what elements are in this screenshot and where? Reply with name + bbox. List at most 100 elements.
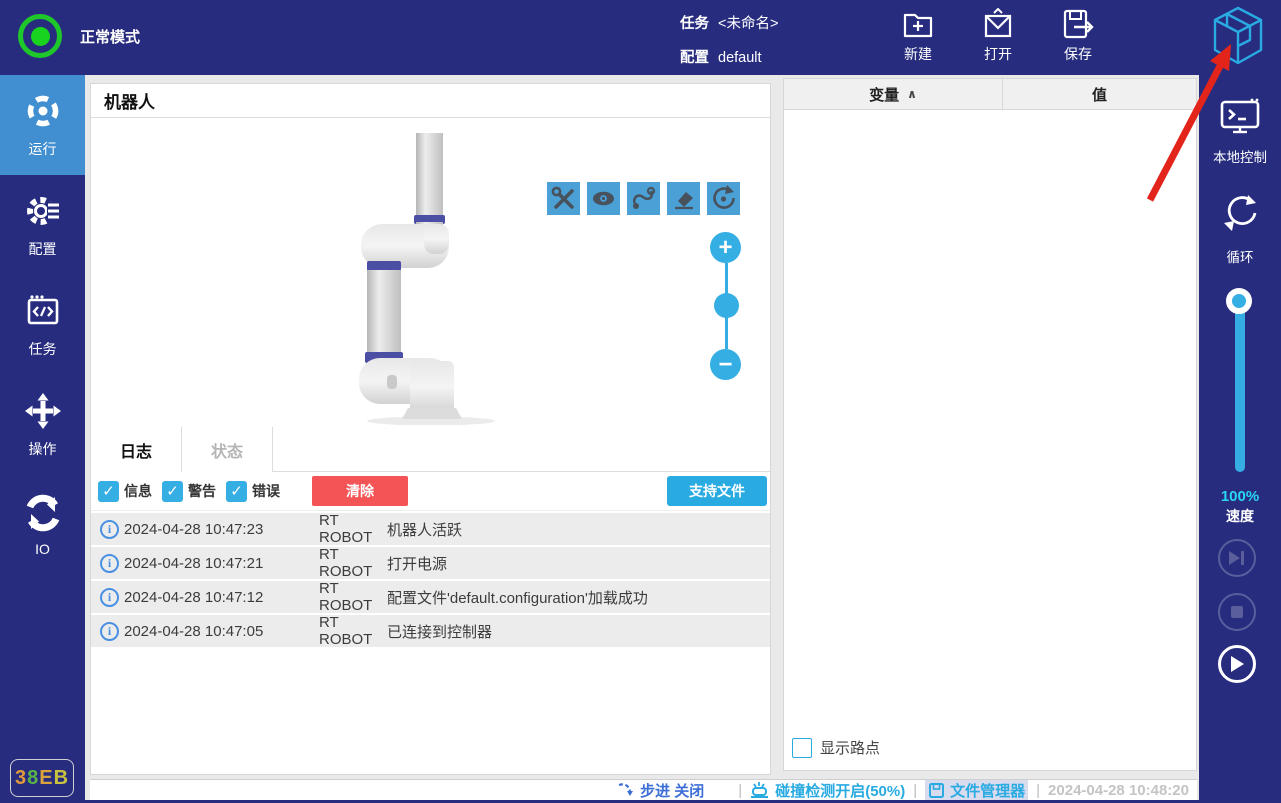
top-bar: 正常模式 任务 <未命名> 配置 default 新建 打开 保存: [0, 0, 1281, 75]
support-files-button[interactable]: 支持文件: [667, 476, 767, 506]
filter-info-checkbox[interactable]: ✓: [98, 480, 119, 502]
show-waypoints-checkbox[interactable]: [792, 737, 812, 758]
nav-item-run[interactable]: 运行: [0, 75, 85, 175]
robot-arm-render: [359, 133, 495, 425]
badge-char: 8: [27, 766, 40, 789]
log-source: RT ROBOT: [319, 580, 373, 614]
variables-header: 变量 ∧ 值: [784, 79, 1196, 110]
local-control-button[interactable]: 本地控制: [1199, 97, 1281, 166]
column-header-variable[interactable]: 变量 ∧: [784, 79, 1003, 109]
rotate-icon: [713, 185, 735, 209]
filter-warning-label: 警告: [188, 483, 216, 499]
new-folder-icon: [903, 13, 933, 38]
nav-item-operate[interactable]: 操作: [0, 375, 85, 475]
eraser-icon: [675, 192, 693, 210]
file-manager-icon: [929, 782, 945, 798]
check-icon: ✓: [166, 483, 179, 500]
io-cycle-icon: [26, 494, 59, 532]
task-label: 任务: [680, 16, 709, 32]
log-list: i 2024-04-28 10:47:23 RT ROBOT 机器人活跃 i 2…: [91, 511, 770, 648]
check-icon: ✓: [102, 483, 115, 500]
file-manager-button[interactable]: 文件管理器: [925, 779, 1029, 801]
speed-slider-track[interactable]: [1226, 288, 1252, 472]
tab-status[interactable]: 状态: [182, 427, 273, 472]
view-rotate-button[interactable]: [707, 182, 740, 215]
stop-button[interactable]: [1218, 593, 1256, 631]
robot-teach-pendant-app: 正常模式 任务 <未命名> 配置 default 新建 打开 保存 运行 配置 …: [0, 0, 1281, 803]
separator: |: [738, 781, 743, 799]
show-waypoints-row: 显示路点: [792, 737, 880, 758]
log-row[interactable]: i 2024-04-28 10:47:12 RT ROBOT 配置文件'defa…: [91, 580, 770, 614]
robot-panel-header: 机器人: [91, 84, 770, 118]
brand-cube-logo: [1211, 6, 1265, 75]
open-task-label: 打开: [984, 46, 1012, 62]
log-source: RT ROBOT: [319, 614, 373, 648]
mode-label: 正常模式: [80, 28, 141, 46]
check-icon: ✓: [230, 483, 243, 500]
view-erase-button[interactable]: [667, 182, 700, 215]
nav-item-config[interactable]: 配置: [0, 175, 85, 275]
code-window-icon: [27, 295, 58, 325]
nav-item-task[interactable]: 任务: [0, 275, 85, 375]
status-bar: 步进 关闭 | 碰撞检测开启(50%) | 文件管理器 | 2024-04-28…: [90, 779, 1197, 801]
log-message: 机器人活跃: [387, 521, 463, 539]
log-row[interactable]: i 2024-04-28 10:47:21 RT ROBOT 打开电源: [91, 546, 770, 580]
speed-slider-handle[interactable]: [1226, 288, 1252, 314]
filter-warning-checkbox[interactable]: ✓: [162, 480, 183, 502]
filter-error-checkbox[interactable]: ✓: [226, 480, 247, 502]
view-visibility-button[interactable]: [587, 182, 620, 215]
loop-button[interactable]: 循环: [1199, 191, 1281, 266]
right-control-sidebar: 本地控制 循环 100% 速度: [1199, 75, 1281, 803]
new-task-button[interactable]: 新建: [886, 8, 950, 64]
log-row[interactable]: i 2024-04-28 10:47:05 RT ROBOT 已连接到控制器: [91, 614, 770, 648]
variables-panel: 变量 ∧ 值 显示路点: [783, 78, 1197, 771]
collision-detection-status[interactable]: 碰撞检测开启(50%): [750, 780, 905, 801]
zoom-slider-handle[interactable]: [713, 293, 739, 318]
zoom-out-button[interactable]: −: [710, 349, 741, 380]
log-row[interactable]: i 2024-04-28 10:47:23 RT ROBOT 机器人活跃: [91, 512, 770, 546]
clear-log-button[interactable]: 清除: [312, 476, 408, 506]
view-path-button[interactable]: [627, 182, 660, 215]
safety-code-badge: 3 8 E B: [10, 759, 74, 797]
log-source: RT ROBOT: [319, 546, 373, 580]
step-forward-button[interactable]: [1218, 539, 1256, 577]
task-config-block: 任务 <未命名> 配置 default: [680, 11, 778, 79]
robot-3d-viewport[interactable]: + −: [91, 118, 770, 427]
column-header-value[interactable]: 值: [1003, 79, 1196, 109]
collision-detection-label: 碰撞检测开启(50%): [775, 782, 906, 800]
gear-icon: [26, 197, 61, 225]
zoom-in-button[interactable]: +: [710, 232, 741, 263]
viewport-toolbar: [547, 182, 740, 215]
open-task-button[interactable]: 打开: [966, 8, 1030, 64]
step-mode-status[interactable]: 步进 关闭: [617, 780, 704, 801]
run-icon: [27, 95, 58, 127]
save-task-label: 保存: [1064, 46, 1092, 62]
zoom-slider-track[interactable]: [713, 263, 739, 349]
info-icon: i: [100, 621, 119, 641]
nav-item-io[interactable]: IO: [0, 475, 85, 575]
log-time: 2024-04-28 10:47:23: [124, 520, 264, 538]
step-arrow-icon: [618, 783, 634, 796]
route-path-icon: [632, 186, 656, 209]
log-time: 2024-04-28 10:47:21: [124, 554, 264, 572]
log-message: 已连接到控制器: [387, 623, 493, 641]
loop-label: 循环: [1226, 250, 1254, 265]
speed-percent-value: 100%: [1220, 488, 1260, 505]
tab-log[interactable]: 日志: [91, 427, 182, 472]
nav-item-operate-label: 操作: [28, 441, 57, 457]
status-ring-icon: [18, 14, 62, 58]
badge-char: E: [39, 766, 54, 789]
save-task-button[interactable]: 保存: [1046, 8, 1110, 64]
log-filter-row: ✓ 信息 ✓ 警告 ✓ 错误 清除 支持文件: [91, 472, 770, 511]
robot-panel: 机器人 + − 日志 状态 ✓ 信息 ✓ 警告 ✓ 错误 清除 支持文件 i 2…: [90, 83, 771, 775]
collision-icon: [751, 782, 769, 798]
log-status-tabbar: 日志 状态: [91, 427, 770, 472]
log-message: 配置文件'default.configuration'加载成功: [387, 589, 648, 607]
config-label: 配置: [680, 50, 709, 66]
badge-char: B: [53, 766, 70, 789]
play-button[interactable]: [1218, 645, 1256, 683]
separator: |: [1036, 781, 1041, 799]
nav-item-task-label: 任务: [28, 341, 57, 357]
stop-icon: [1231, 606, 1243, 618]
view-settings-button[interactable]: [547, 182, 580, 215]
